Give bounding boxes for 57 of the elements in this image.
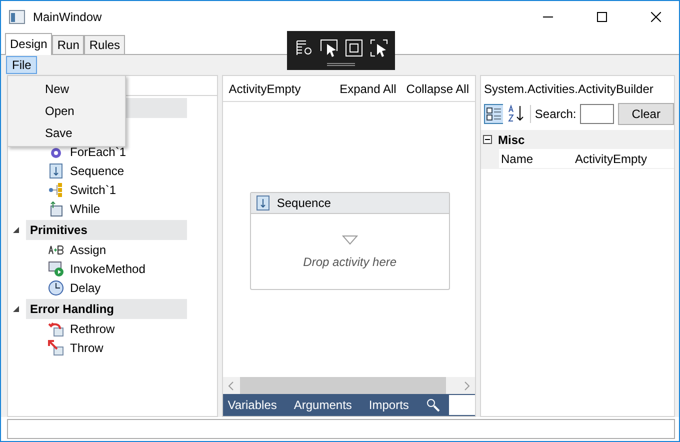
menu-item[interactable]: New [8, 78, 125, 100]
category-header[interactable]: Primitives [26, 220, 187, 240]
menu-item[interactable]: File [6, 56, 38, 74]
designer-tab[interactable]: Arguments [294, 398, 361, 412]
search-field[interactable] [449, 395, 475, 415]
search-field[interactable] [580, 104, 614, 124]
toolbox-item[interactable]: Switch`1 [70, 182, 116, 196]
menu-item[interactable]: Open [8, 100, 125, 122]
switch-icon [48, 182, 64, 198]
maximize-icon[interactable] [597, 12, 607, 22]
property-value[interactable]: ActivityEmpty [573, 149, 674, 168]
toolbox-item[interactable]: Assign [70, 242, 106, 256]
toolbox-item[interactable]: Sequence [70, 164, 124, 178]
window-title: MainWindow [33, 10, 103, 24]
search-icon[interactable] [426, 398, 440, 412]
pointer-icon[interactable] [320, 38, 338, 56]
designer-tab[interactable]: Imports [368, 398, 418, 412]
collapse-icon[interactable] [483, 135, 492, 144]
sequence-icon [254, 195, 271, 211]
tab[interactable]: Design [5, 33, 52, 55]
category-label: Misc [498, 132, 525, 146]
drop-arrow-icon [342, 234, 358, 244]
toolbox-item[interactable]: ForEach`1 [70, 144, 126, 158]
tab[interactable]: Rules [84, 35, 126, 54]
square-icon[interactable] [344, 38, 362, 56]
properties-icon[interactable] [294, 38, 312, 56]
expand-all-link[interactable]: Expand All [340, 82, 396, 96]
clock-icon [48, 280, 64, 296]
expanded-icon[interactable] [12, 226, 20, 234]
category-header[interactable]: Error Handling [26, 299, 187, 319]
property-name: Name [500, 150, 534, 168]
sort-icon[interactable] [506, 104, 526, 124]
select-icon[interactable] [370, 38, 388, 56]
close-icon[interactable] [651, 12, 661, 22]
categorized-icon[interactable] [484, 104, 503, 124]
drop-hint: Drop activity here [303, 254, 397, 268]
type-name: System.Activities.ActivityBuilder [484, 82, 654, 96]
search-label: Search: [534, 107, 576, 121]
activity-title: Sequence [276, 196, 331, 210]
clear-button[interactable]: Clear [618, 103, 674, 125]
toolbox-item[interactable]: While [70, 202, 100, 216]
toolbox-item[interactable]: Rethrow [70, 322, 115, 336]
breadcrumb: ActivityEmpty [228, 82, 302, 96]
menu-item[interactable]: Save [8, 122, 125, 144]
loop-icon [48, 200, 64, 216]
sequence-icon [48, 162, 64, 178]
tab[interactable]: Run [52, 35, 84, 54]
app-icon [9, 10, 25, 24]
designer-tab[interactable]: Variables [228, 398, 286, 412]
method-icon [48, 260, 64, 276]
toolbox-item[interactable]: Throw [70, 340, 104, 354]
toolbox-item[interactable]: InvokeMethod [70, 262, 146, 276]
toolbox-item[interactable]: Delay [70, 280, 101, 294]
collapse-all-link[interactable]: Collapse All [406, 82, 469, 96]
throw-icon [48, 340, 64, 356]
expanded-icon[interactable] [12, 305, 20, 313]
rethrow-icon [48, 320, 64, 336]
